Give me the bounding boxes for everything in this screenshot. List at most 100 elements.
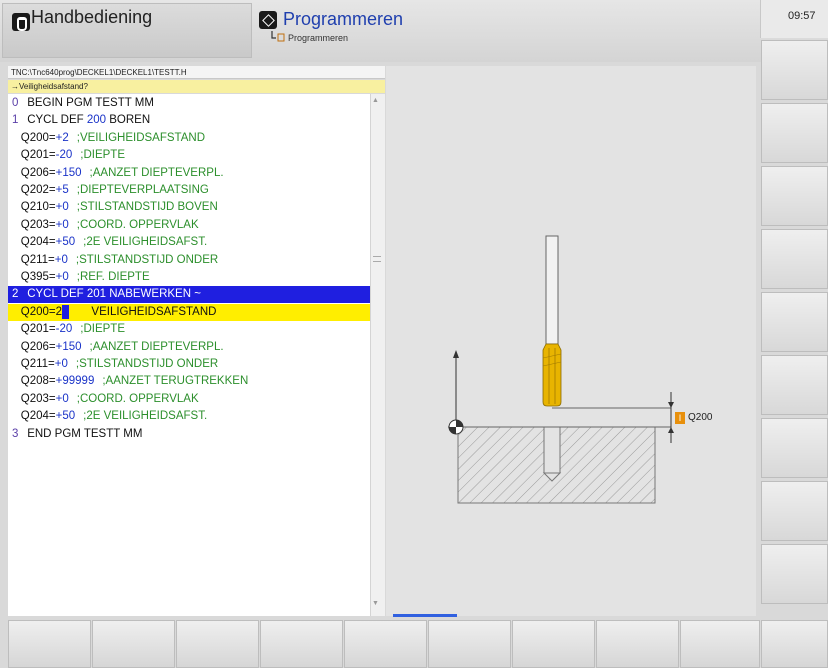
q200-dimension-label: Q200	[688, 412, 713, 423]
softkey-10[interactable]	[761, 620, 828, 668]
programming-mode-label[interactable]: Programmeren	[283, 9, 403, 30]
program-line[interactable]: Q201=-20 ;DIEPTE	[8, 321, 370, 338]
block-number: 1	[12, 114, 19, 127]
dim-arrow-top	[668, 402, 674, 408]
softkey-6[interactable]	[428, 620, 511, 668]
softkey-2[interactable]	[92, 620, 175, 668]
program-line[interactable]: Q204=+50 ;2E VEILIGHEIDSAFST.	[8, 234, 370, 251]
softkey-5[interactable]	[344, 620, 427, 668]
block-command: CYCL DEF 201 NABEWERKEN ~	[27, 288, 201, 301]
q-comment: ;DIEPTE	[80, 149, 125, 162]
q-value: +50	[55, 236, 76, 249]
block-command: CYCL DEF	[27, 114, 87, 127]
program-line[interactable]: Q210=+0 ;STILSTANDSTIJD BOVEN	[8, 199, 370, 216]
block-number: 3	[12, 427, 19, 440]
q-value: +150	[55, 340, 82, 353]
vertical-softkey-2[interactable]	[761, 103, 828, 163]
program-line[interactable]: Q200=2 VEILIGHEIDSAFSTAND	[8, 303, 370, 321]
q-comment: ;STILSTANDSTIJD ONDER	[75, 253, 219, 266]
vertical-softkey-7[interactable]	[761, 418, 828, 478]
graphic-tab-indicator	[393, 614, 457, 617]
program-scrollbar[interactable]	[370, 94, 385, 616]
q-parameter: Q200=	[20, 305, 56, 318]
q-parameter: Q204=	[20, 410, 56, 423]
vertical-softkey-1[interactable]	[761, 40, 828, 100]
q-parameter: Q208=	[20, 375, 56, 388]
vertical-softkey-9[interactable]	[761, 544, 828, 604]
softkey-3[interactable]	[176, 620, 259, 668]
q-value: +0	[54, 358, 68, 370]
q-comment: ;DIEPTE	[80, 323, 125, 336]
q-parameter: Q211=	[20, 358, 55, 370]
program-line[interactable]: Q201=-20 ;DIEPTE	[8, 147, 370, 164]
program-line[interactable]: 1 CYCL DEF 200 BOREN	[8, 112, 370, 129]
cycle-number: 200	[86, 114, 107, 127]
z-axis-arrow	[453, 350, 459, 358]
program-line[interactable]: 2 CYCL DEF 201 NABEWERKEN ~	[8, 286, 370, 304]
vertical-softkey-4[interactable]	[761, 229, 828, 289]
softkey-4[interactable]	[260, 620, 343, 668]
subfolder-icon	[271, 31, 285, 42]
program-line[interactable]: Q203=+0 ;COORD. OPPERVLAK	[8, 217, 370, 234]
q-comment: ;VEILIGHEIDSAFSTAND	[76, 131, 205, 144]
q-comment: ;COORD. OPPERVLAK	[76, 218, 199, 231]
drilled-hole	[543, 426, 561, 474]
program-line[interactable]: Q208=+99999 ;AANZET TERUGTREKKEN	[8, 373, 370, 390]
scroll-thumb[interactable]	[373, 256, 381, 262]
program-line[interactable]: Q206=+150 ;AANZET DIEPTEVERPL.	[8, 165, 370, 182]
program-line[interactable]: Q200=+2 ;VEILIGHEIDSAFSTAND	[8, 130, 370, 147]
q-comment: ;COORD. OPPERVLAK	[76, 392, 199, 405]
clock: 09:57	[788, 10, 816, 22]
scroll-down-icon[interactable]: ▼	[372, 600, 379, 607]
q-comment: ;AANZET TERUGTREKKEN	[102, 375, 249, 388]
q-value: +5	[55, 184, 69, 196]
q-parameter: Q206=	[20, 340, 56, 353]
q-comment: ;DIEPTEVERPLAATSING	[76, 184, 209, 196]
vertical-softkey-6[interactable]	[761, 355, 828, 415]
q-comment: ;AANZET DIEPTEVERPL.	[89, 166, 224, 179]
q-value: +2	[55, 131, 69, 144]
q-value: +0	[55, 201, 69, 214]
softkey-9[interactable]	[680, 620, 760, 668]
q-parameter: Q211=	[20, 253, 55, 266]
q-comment: ;REF. DIEPTE	[76, 271, 150, 283]
program-line[interactable]: 3 END PGM TESTT MM	[8, 426, 370, 443]
q-parameter: Q210=	[20, 201, 56, 214]
program-editor[interactable]: 0 BEGIN PGM TESTT MM 1 CYCL DEF 200 BOREN…	[8, 94, 370, 616]
q-value: +0	[55, 218, 69, 231]
softkey-8[interactable]	[596, 620, 679, 668]
q-comment: ;2E VEILIGHEIDSAFST.	[83, 236, 208, 249]
q-parameter: Q202=	[20, 184, 56, 196]
program-line[interactable]: Q395=+0 ;REF. DIEPTE	[8, 269, 370, 286]
program-line[interactable]: 0 BEGIN PGM TESTT MM	[8, 95, 370, 112]
scroll-up-icon[interactable]: ▲	[372, 97, 379, 104]
q-value: -20	[55, 149, 73, 162]
program-line[interactable]: Q202=+5 ;DIEPTEVERPLAATSING	[8, 182, 370, 199]
q-value: +0	[55, 392, 69, 405]
q-parameter: Q203=	[20, 392, 56, 405]
help-graphic-panel	[386, 66, 756, 616]
softkey-7[interactable]	[512, 620, 595, 668]
q-parameter: Q395=	[20, 271, 56, 283]
softkey-1[interactable]	[8, 620, 91, 668]
program-path: TNC:\Tnc640prog\DECKEL1\DECKEL1\TESTT.H	[8, 66, 385, 79]
program-line[interactable]: Q206=+150 ;AANZET DIEPTEVERPL.	[8, 339, 370, 356]
q-parameter: Q201=	[20, 149, 56, 162]
dim-arrow-bottom	[668, 427, 674, 433]
q-parameter: Q203=	[20, 218, 56, 231]
program-line[interactable]: Q203=+0 ;COORD. OPPERVLAK	[8, 391, 370, 408]
q-comment: ;AANZET DIEPTEVERPL.	[89, 340, 224, 353]
q-value: -20	[55, 323, 73, 336]
block-number: 0	[12, 97, 19, 109]
program-line[interactable]: Q211=+0 ;STILSTANDSTIJD ONDER	[8, 252, 370, 269]
program-line[interactable]: Q204=+50 ;2E VEILIGHEIDSAFST.	[8, 408, 370, 425]
program-line[interactable]: Q211=+0 ;STILSTANDSTIJD ONDER	[8, 356, 370, 373]
block-command: END PGM TESTT MM	[27, 427, 143, 440]
q-comment: VEILIGHEIDSAFSTAND	[91, 305, 217, 318]
vertical-softkey-8[interactable]	[761, 481, 828, 541]
vertical-softkey-5[interactable]	[761, 292, 828, 352]
manual-operation-icon	[12, 13, 30, 31]
vertical-softkey-3[interactable]	[761, 166, 828, 226]
programming-icon	[259, 11, 277, 29]
q-value: +0	[54, 253, 68, 266]
